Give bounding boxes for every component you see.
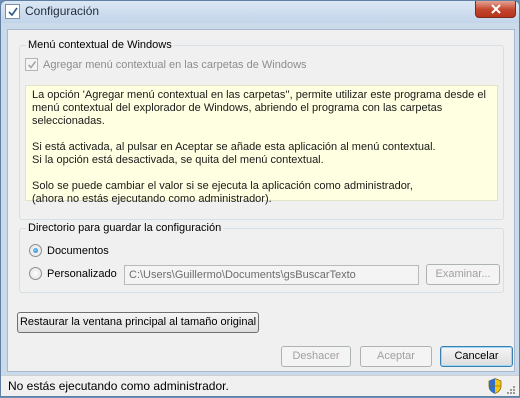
config-path-field[interactable]: C:\Users\Guillermo\Documents\gsBuscarTex… <box>124 265 419 285</box>
radio-custom[interactable] <box>29 267 42 280</box>
undo-button[interactable]: Deshacer <box>281 346 351 367</box>
checkmark-icon <box>27 61 37 69</box>
uac-shield-icon <box>488 378 502 397</box>
context-menu-checkbox-row[interactable]: Agregar menú contextual en las carpetas … <box>25 58 307 71</box>
config-directory-group-title: Directorio para guardar la configuración <box>26 222 224 234</box>
dialog-content: Menú contextual de Windows Agregar menú … <box>7 29 515 372</box>
radio-custom-row[interactable]: Personalizado <box>29 267 117 280</box>
status-text: No estás ejecutando como administrador. <box>8 379 229 393</box>
browse-button[interactable]: Examinar... <box>426 264 500 285</box>
title-bar[interactable]: Configuración <box>1 1 519 23</box>
settings-window: Configuración Menú contextual de Windows… <box>0 0 520 397</box>
context-menu-group-title: Menú contextual de Windows <box>26 39 174 51</box>
info-paragraph-2: Si está activada, al pulsar en Aceptar s… <box>32 141 436 166</box>
status-bar: No estás ejecutando como administrador. <box>1 375 519 396</box>
context-menu-checkbox[interactable] <box>25 58 38 71</box>
cancel-button[interactable]: Cancelar <box>440 346 513 367</box>
accept-button[interactable]: Aceptar <box>360 346 432 367</box>
radio-documents-row[interactable]: Documentos <box>29 244 109 257</box>
window-title: Configuración <box>25 4 100 18</box>
radio-documents-label: Documentos <box>47 244 109 257</box>
resize-grip-icon[interactable] <box>506 385 516 395</box>
context-menu-checkbox-label: Agregar menú contextual en las carpetas … <box>43 58 307 71</box>
info-panel: La opción 'Agregar menú contextual en la… <box>25 85 498 205</box>
restore-window-button[interactable]: Restaurar la ventana principal al tamaño… <box>17 312 259 333</box>
close-button[interactable] <box>475 1 516 18</box>
radio-documents[interactable] <box>29 244 42 257</box>
close-icon <box>491 4 501 14</box>
info-paragraph-3: Solo se puede cambiar el valor si se eje… <box>32 180 413 205</box>
checkbox-app-icon <box>5 4 20 19</box>
info-paragraph-1: La opción 'Agregar menú contextual en la… <box>32 89 486 127</box>
radio-custom-label: Personalizado <box>47 267 117 280</box>
